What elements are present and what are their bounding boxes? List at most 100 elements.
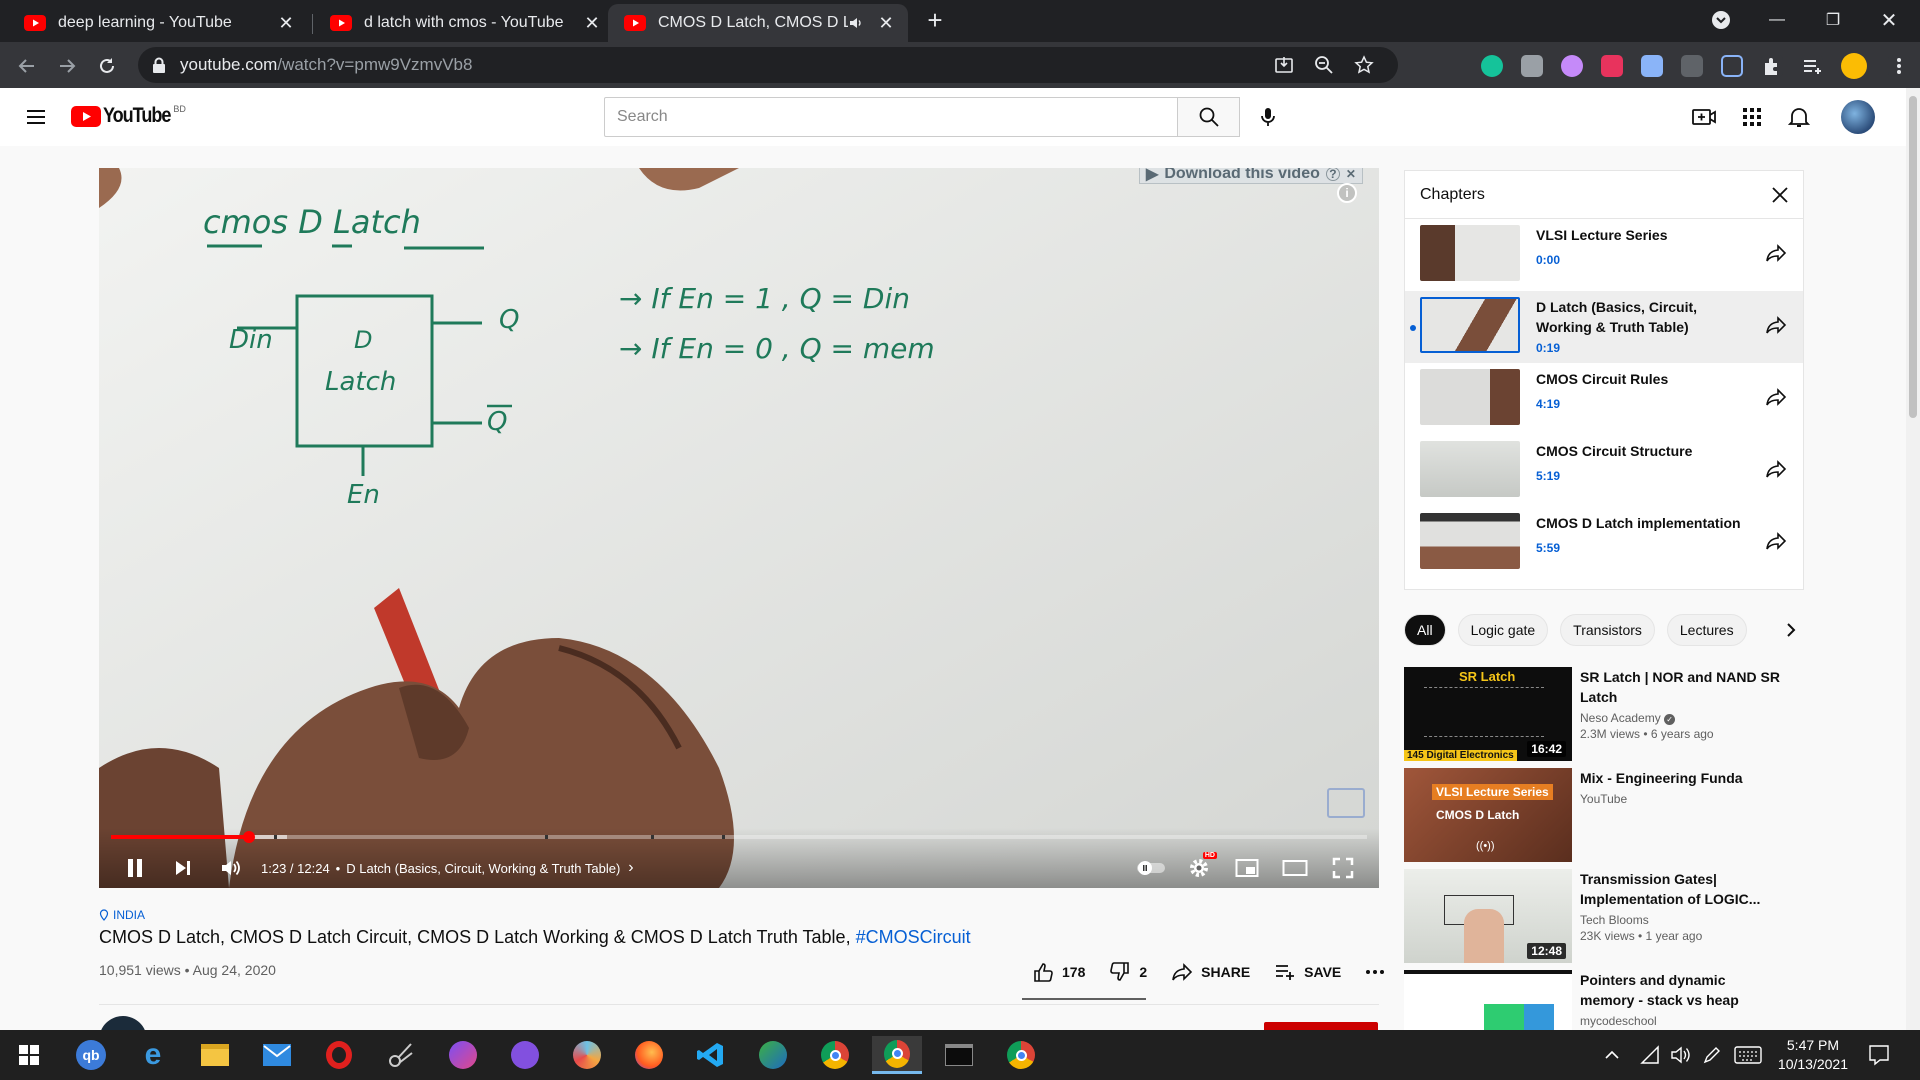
related-video[interactable]: 12:48 Transmission Gates| Implementation…	[1404, 869, 1884, 963]
restore-window-icon[interactable]: ❐	[1810, 0, 1856, 40]
screen-extension-icon[interactable]	[1681, 55, 1703, 77]
miniplayer-button[interactable]	[1223, 848, 1271, 888]
back-arrow-icon[interactable]	[16, 55, 38, 77]
chapter-time[interactable]: 5:59	[1536, 541, 1756, 555]
chip-transistors[interactable]: Transistors	[1560, 614, 1655, 646]
chapter-title-button[interactable]: D Latch (Basics, Circuit, Working & Trut…	[346, 861, 620, 876]
file-explorer-icon[interactable]	[190, 1036, 240, 1074]
overlay-close-icon[interactable]: ✕	[1346, 168, 1356, 181]
autoplay-toggle[interactable]	[1127, 848, 1175, 888]
video-player[interactable]: cmos D Latch Din D Latch Q Q En → If En …	[99, 168, 1379, 888]
tray-chevron-up-icon[interactable]	[1604, 1048, 1620, 1062]
firefox-icon[interactable]	[624, 1036, 674, 1074]
chapter-item[interactable]: VLSI Lecture Series 0:00	[1405, 219, 1803, 291]
chrome-menu-icon[interactable]	[1888, 55, 1910, 77]
chapter-item[interactable]: CMOS Circuit Rules 4:19	[1405, 363, 1803, 435]
tab-search-chevron-icon[interactable]	[1698, 0, 1744, 40]
pen-tray-icon[interactable]	[1702, 1045, 1722, 1065]
color-extension-icon[interactable]	[1561, 55, 1583, 77]
download-video-overlay[interactable]: ▶ Download this video ? ✕	[1139, 168, 1363, 184]
chapter-time[interactable]: 0:00	[1536, 253, 1756, 267]
chapter-time[interactable]: 5:19	[1536, 469, 1756, 483]
share-arrow-icon[interactable]	[1765, 387, 1787, 407]
close-window-icon[interactable]: ✕	[1866, 0, 1912, 40]
theater-mode-button[interactable]	[1271, 848, 1319, 888]
globe-app-icon[interactable]	[748, 1036, 798, 1074]
browser-tab-cmos-d-latch[interactable]: CMOS D Latch, CMOS D Latc ✕	[608, 4, 908, 42]
chip-lectures[interactable]: Lectures	[1666, 614, 1747, 646]
github-desktop-icon[interactable]	[500, 1036, 550, 1074]
related-video[interactable]: Pointers and dynamic memory - stack vs h…	[1404, 970, 1884, 1030]
chapter-time[interactable]: 4:19	[1536, 397, 1756, 411]
chapter-item[interactable]: CMOS Circuit Structure 5:19	[1405, 435, 1803, 507]
share-arrow-icon[interactable]	[1765, 243, 1787, 263]
more-actions-button[interactable]	[1353, 954, 1397, 990]
related-video[interactable]: SR Latch 145 Digital Electronics 16:42 S…	[1404, 667, 1884, 761]
dislike-button[interactable]: 2	[1097, 954, 1159, 990]
youtube-logo[interactable]: YouTube BD	[71, 104, 186, 128]
notifications-bell-icon[interactable]	[1788, 105, 1810, 129]
download-extension-icon[interactable]	[1641, 55, 1663, 77]
share-arrow-icon[interactable]	[1765, 531, 1787, 551]
chrome-active-icon[interactable]	[872, 1036, 922, 1074]
tab-close-icon[interactable]: ✕	[876, 13, 896, 34]
zoom-icon[interactable]	[1314, 55, 1334, 75]
vscode-icon[interactable]	[686, 1036, 736, 1074]
location-link[interactable]: INDIA	[99, 908, 145, 922]
messenger-icon[interactable]	[438, 1036, 488, 1074]
reload-icon[interactable]	[96, 55, 118, 77]
apps-grid-icon[interactable]	[1741, 106, 1763, 128]
chip-all[interactable]: All	[1404, 614, 1446, 646]
page-scrollbar[interactable]	[1906, 88, 1920, 1030]
keyboard-tray-icon[interactable]	[1734, 1046, 1762, 1064]
play-extension-icon[interactable]	[1601, 55, 1623, 77]
chevron-right-icon[interactable]	[1779, 618, 1803, 642]
share-arrow-icon[interactable]	[1765, 315, 1787, 335]
snipping-tool-icon[interactable]	[376, 1036, 426, 1074]
bookmark-star-icon[interactable]	[1354, 55, 1374, 75]
tab-close-icon[interactable]: ✕	[276, 13, 296, 34]
extensions-puzzle-icon[interactable]	[1761, 55, 1783, 77]
minimize-window-icon[interactable]: —	[1754, 0, 1800, 40]
profile-avatar[interactable]	[1841, 53, 1867, 79]
chrome-profile-icon[interactable]	[996, 1036, 1046, 1074]
chip-logic-gate[interactable]: Logic gate	[1457, 614, 1549, 646]
mute-button[interactable]	[207, 848, 255, 888]
next-button[interactable]	[159, 848, 207, 888]
search-button[interactable]	[1177, 97, 1240, 137]
camera-extension-icon[interactable]	[1521, 55, 1543, 77]
forward-arrow-icon[interactable]	[56, 55, 78, 77]
address-bar[interactable]: youtube.com/watch?v=pmw9VzmvVb8	[138, 47, 1398, 83]
qbittorrent-icon[interactable]: qb	[66, 1036, 116, 1074]
like-button[interactable]: 178	[1020, 954, 1097, 990]
chapter-item[interactable]: CMOS D Latch implementation 5:59	[1405, 507, 1803, 579]
speaker-audio-icon[interactable]	[848, 15, 864, 31]
hamburger-menu-icon[interactable]	[24, 105, 48, 129]
progress-bar[interactable]	[111, 831, 1367, 843]
fullscreen-button[interactable]	[1319, 848, 1367, 888]
related-video[interactable]: VLSI Lecture Series CMOS D Latch ((•)) M…	[1404, 768, 1884, 862]
search-input[interactable]: Search	[604, 97, 1240, 137]
help-icon[interactable]: ?	[1325, 168, 1340, 181]
scrollbar-thumb[interactable]	[1909, 96, 1917, 418]
lock-icon[interactable]	[152, 57, 166, 73]
terminal-icon[interactable]	[934, 1036, 984, 1074]
opera-icon[interactable]	[314, 1036, 364, 1074]
close-icon[interactable]	[1771, 186, 1789, 204]
install-app-icon[interactable]	[1274, 55, 1294, 75]
hashtag-link[interactable]: #CMOSCircuit	[856, 927, 971, 947]
wifi-icon[interactable]	[1640, 1045, 1660, 1065]
tab-close-icon[interactable]: ✕	[582, 13, 602, 34]
mail-icon[interactable]	[252, 1036, 302, 1074]
chrome-icon[interactable]	[810, 1036, 860, 1074]
microphone-icon[interactable]	[1256, 105, 1280, 129]
pen-extension-icon[interactable]	[1721, 55, 1743, 77]
action-center-notification-icon[interactable]	[1868, 1044, 1890, 1066]
share-arrow-icon[interactable]	[1765, 459, 1787, 479]
info-card-icon[interactable]: i	[1337, 183, 1357, 203]
pause-button[interactable]	[111, 848, 159, 888]
browser-tab-d-latch[interactable]: d latch with cmos - YouTube ✕	[314, 4, 614, 42]
pinwheel-app-icon[interactable]	[562, 1036, 612, 1074]
chapter-item-active[interactable]: D Latch (Basics, Circuit, Working & Trut…	[1405, 291, 1803, 363]
user-avatar[interactable]	[1841, 100, 1875, 134]
